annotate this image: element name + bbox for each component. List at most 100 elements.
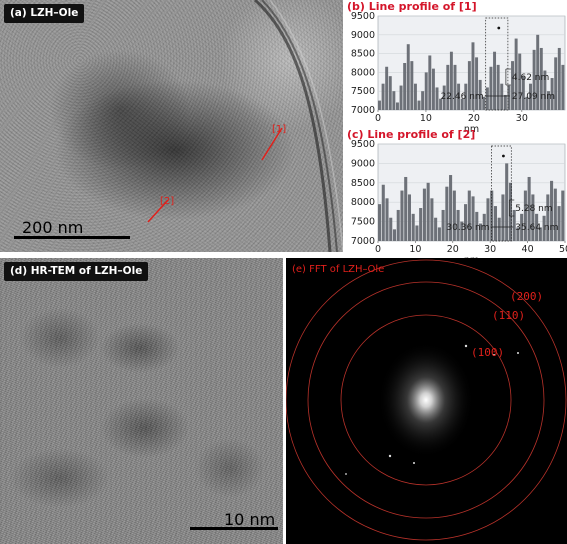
profile-2-xtick-label: 50 xyxy=(559,244,567,255)
profile-1-bar xyxy=(435,87,439,110)
profile-1-bar xyxy=(554,57,558,110)
scale-bar-d xyxy=(190,527,278,530)
profile-1-bar xyxy=(511,61,515,110)
profile-1-ytick-label: 8000 xyxy=(351,67,375,78)
profile-2-bar xyxy=(501,194,505,241)
profile-2-left-position-label: 30.36 nm xyxy=(446,223,489,233)
marker-1-label: [1] xyxy=(272,124,287,135)
profile-2-bar xyxy=(493,206,498,241)
panel-e-label: (e) FFT of LZH–Ole xyxy=(292,264,385,275)
profile-2-bar xyxy=(531,194,535,241)
profile-2-bar xyxy=(415,225,419,241)
profile-2-bar xyxy=(452,190,456,241)
profile-2-bar xyxy=(404,176,408,241)
profile-2-bar xyxy=(389,217,393,241)
profile-1-ytick-label: 7000 xyxy=(351,105,375,116)
profile-1-bar xyxy=(428,55,432,110)
profile-1-right-position-label: 27.09 nm xyxy=(512,92,555,102)
profile-1-bar xyxy=(413,83,417,110)
profile-2-xtick-label: 30 xyxy=(484,244,496,255)
profile-1-ytick-label: 9500 xyxy=(351,11,375,22)
profile-1-bar xyxy=(475,57,479,110)
profile-2-bar xyxy=(411,213,415,241)
profile-2-bar xyxy=(437,227,441,241)
line-profile-1-panel: (b) Line profile of [1] 7000 7500 8000 8500… xyxy=(345,0,567,135)
line-profile-1-chart: 7000 7500 8000 8500 9000 9500 0 10 20 30 4.62 nm 22… xyxy=(351,11,566,135)
profile-1-bar xyxy=(431,68,435,110)
profile-2-bar xyxy=(422,188,426,241)
profile-1-bar xyxy=(392,91,396,110)
profile-2-bar xyxy=(385,198,389,241)
profile-2-right-position-label: 35.64 nm xyxy=(515,223,558,233)
tem-fringes xyxy=(147,0,343,252)
profile-1-bar xyxy=(399,85,403,110)
profile-2-bar xyxy=(381,184,385,241)
profile-1-bar xyxy=(557,47,561,110)
profile-1-bar xyxy=(395,102,399,110)
profile-2-bar xyxy=(396,209,400,241)
line-profile-2-chart: 7000 7500 8000 8500 9000 9500 0 10 20 30 40 50 5.28 … xyxy=(351,139,567,266)
profile-1-left-position-label: 22.46 nm xyxy=(441,92,484,102)
profile-2-xtick-label: 0 xyxy=(375,244,381,255)
hrtem-texture xyxy=(0,258,283,544)
profile-2-bar xyxy=(561,190,565,241)
profile-2-bar xyxy=(378,204,382,241)
profile-1-bar xyxy=(388,76,392,110)
profile-1-bar xyxy=(489,66,493,110)
profile-2-xtick-label: 40 xyxy=(522,244,534,255)
profile-2-ytick-label: 7500 xyxy=(351,217,375,228)
fft-central-spot xyxy=(378,342,474,458)
profile-2-bar xyxy=(434,217,438,241)
line-profile-2-panel: (c) Line profile of [2] 7000 7500 8000 8500… xyxy=(345,128,567,266)
profile-1-bar xyxy=(381,83,385,110)
profile-1-bar xyxy=(385,66,389,110)
profile-1-bar xyxy=(496,64,500,110)
profile-1-ytick-label: 8500 xyxy=(351,49,375,60)
profile-1-bar xyxy=(485,87,489,110)
profile-1-bar xyxy=(417,100,421,110)
ring-label-100: (100) xyxy=(471,346,505,359)
profile-2-ytick-label: 9000 xyxy=(351,158,375,169)
profile-2-peak-dot xyxy=(502,154,505,158)
ring-label-200: (200) xyxy=(510,290,544,303)
profile-1-ytick-label: 7500 xyxy=(351,86,375,97)
profile-2-bar xyxy=(419,208,423,241)
profile-2-ytick-label: 8000 xyxy=(351,197,375,208)
profile-2-width-label: 5.28 nm xyxy=(515,204,552,214)
profile-2-bar xyxy=(486,198,490,241)
profile-1-bar xyxy=(561,64,565,110)
marker-2-label: [2] xyxy=(160,196,175,207)
profile-1-bar xyxy=(410,61,414,110)
hrtem-image-panel: (d) HR-TEM of LZH–Ole 10 nm xyxy=(0,258,283,544)
profile-1-xtick-label: 10 xyxy=(420,113,432,124)
profile-2-bar xyxy=(546,194,550,241)
profile-2-bar xyxy=(467,190,471,241)
profile-2-ytick-label: 9500 xyxy=(351,139,375,150)
profile-2-xtick-label: 20 xyxy=(447,244,459,255)
profile-2-bar xyxy=(523,190,527,241)
panel-a-label: (a) LZH–Ole xyxy=(4,4,85,23)
profile-2-bar xyxy=(441,209,445,241)
profile-1-bar xyxy=(453,64,457,110)
profile-2-ytick-label: 8500 xyxy=(351,178,375,189)
profile-2-bar xyxy=(471,196,475,241)
profile-1-bar xyxy=(421,91,425,110)
profile-1-width-label: 4.62 nm xyxy=(512,73,549,83)
profile-2-bar xyxy=(553,188,557,241)
profile-2-xtick-label: 10 xyxy=(409,244,421,255)
profile-2-ytick-label: 7000 xyxy=(351,236,375,247)
profile-1-ytick-label: 9000 xyxy=(351,30,375,41)
profile-1-bar xyxy=(446,64,450,110)
profile-1-peak-dot xyxy=(497,26,501,30)
profile-2-bar xyxy=(426,182,430,241)
profile-1-bar xyxy=(424,72,428,110)
profile-1-bar xyxy=(403,63,407,110)
scale-bar-label-a: 200 nm xyxy=(22,218,84,237)
tem-image-panel: (a) LZH–Ole [1] [2] 200 nm xyxy=(0,0,343,252)
profile-2-bar xyxy=(407,194,411,241)
profile-1-bar xyxy=(500,83,504,110)
fft-panel: (e) FFT of LZH–Ole (200) (110) (100) xyxy=(286,258,567,544)
profile-1-bar xyxy=(493,51,497,110)
scale-bar-a xyxy=(14,236,130,239)
profile-2-bar xyxy=(497,217,501,241)
